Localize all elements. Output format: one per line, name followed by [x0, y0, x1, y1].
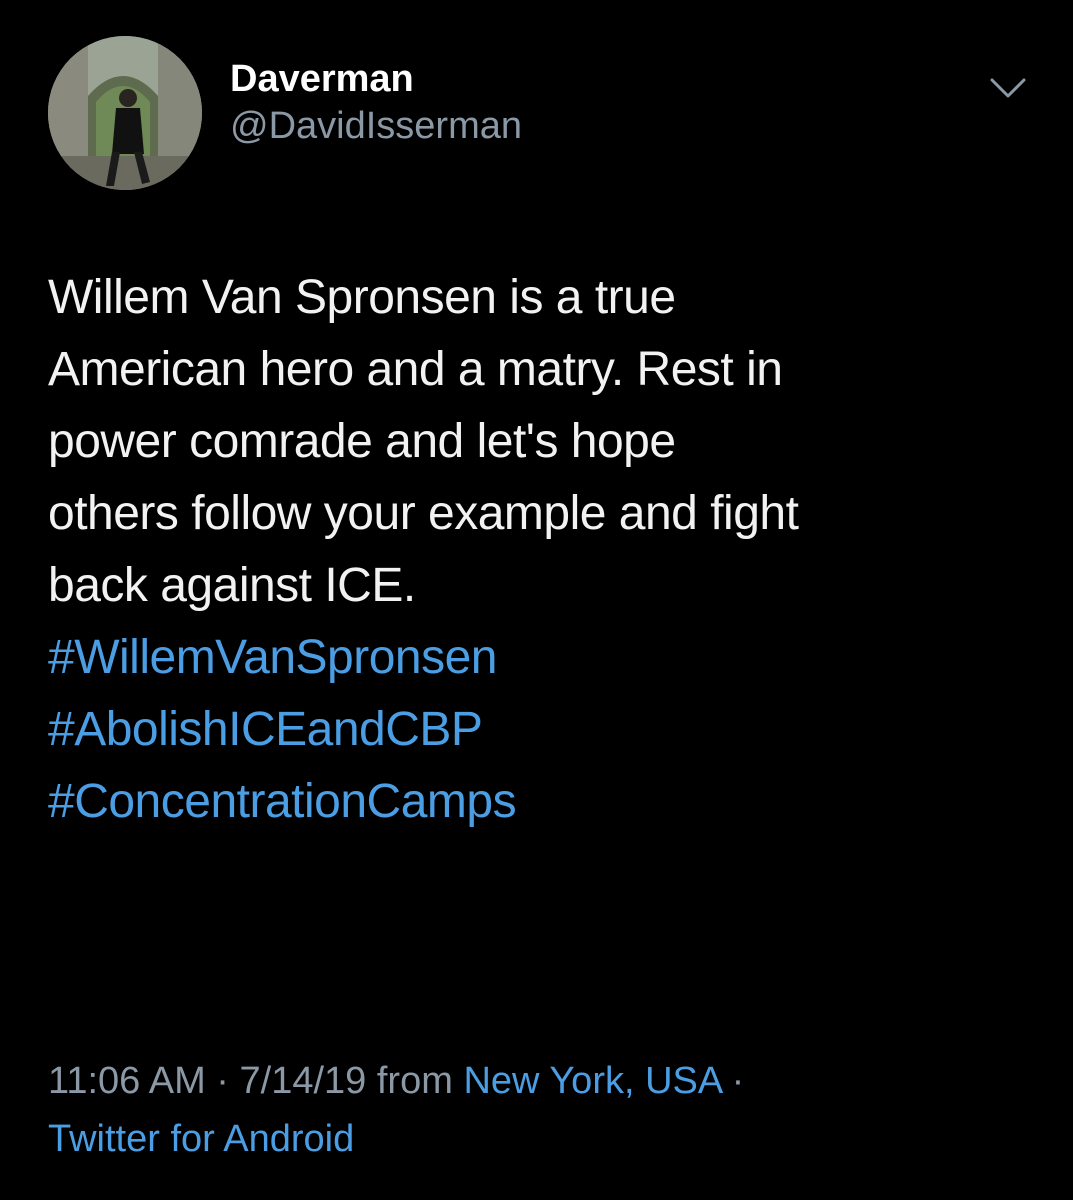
tweet: Daverman @DavidIsserman Willem Van Spron… — [0, 0, 1073, 1200]
avatar[interactable] — [48, 36, 202, 190]
tweet-text-line: American hero and a matry. Rest in — [48, 343, 783, 396]
user-handle[interactable]: @DavidIsserman — [230, 102, 522, 150]
tweet-text-line: power comrade and let's hope — [48, 415, 676, 468]
hashtag-link[interactable]: #AbolishICEandCBP — [48, 694, 1038, 766]
tweet-meta-line: 11:06 AM · 7/14/19 from New York, USA · — [48, 1052, 1038, 1110]
tweet-meta-line: Twitter for Android — [48, 1110, 1038, 1168]
source-link[interactable]: Twitter for Android — [48, 1118, 354, 1160]
hashtag-link[interactable]: #ConcentrationCamps — [48, 766, 1038, 838]
tweet-date: 7/14/19 — [239, 1060, 367, 1102]
separator: · — [205, 1060, 240, 1102]
separator: · — [721, 1060, 745, 1102]
tweet-text: Willem Van Spronsen is a true American h… — [48, 262, 1038, 838]
display-name[interactable]: Daverman — [230, 56, 522, 102]
user-info: Daverman @DavidIsserman — [230, 56, 522, 150]
tweet-text-line: Willem Van Spronsen is a true — [48, 271, 676, 324]
tweet-text-line: others follow your example and fight — [48, 487, 799, 540]
location-link[interactable]: New York, USA — [463, 1060, 721, 1102]
tweet-time: 11:06 AM — [48, 1060, 206, 1102]
from-label: from — [366, 1060, 464, 1102]
tweet-text-line: back against ICE. — [48, 559, 416, 612]
chevron-down-icon[interactable] — [988, 76, 1028, 100]
tweet-header: Daverman @DavidIsserman — [48, 36, 1038, 196]
hashtag-link[interactable]: #WillemVanSpronsen — [48, 622, 1038, 694]
profile-photo — [48, 36, 202, 190]
tweet-meta: 11:06 AM · 7/14/19 from New York, USA · … — [48, 1052, 1038, 1168]
